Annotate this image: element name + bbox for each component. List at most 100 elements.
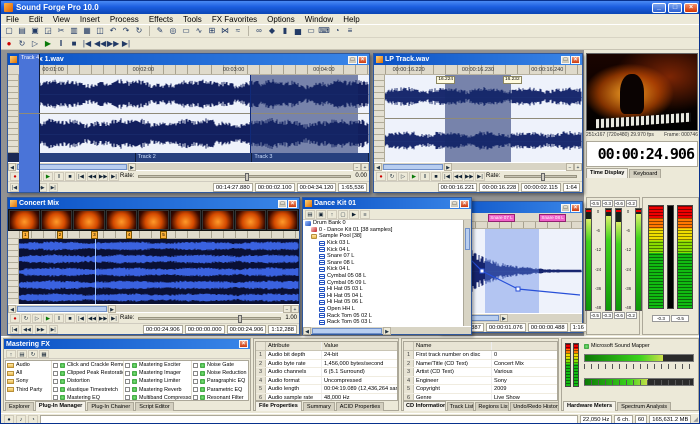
tree-item-bank[interactable]: Drum Bank 0: [303, 220, 471, 227]
column-header[interactable]: Name: [414, 342, 492, 350]
plugin-checkbox[interactable]: [53, 379, 58, 384]
tree-item-sample[interactable]: Open HH L: [303, 306, 471, 313]
scroll-thumb[interactable]: [312, 328, 382, 334]
column-header[interactable]: Attribute: [266, 342, 322, 350]
scroll-right-icon[interactable]: ▶: [500, 314, 508, 322]
tab[interactable]: Summary: [303, 402, 335, 411]
table-row[interactable]: 2 Name/Title (CD Text) Concert Mix: [404, 360, 557, 369]
nav-icon[interactable]: ◀◀: [21, 325, 33, 334]
dancekit-vscrollbar[interactable]: [463, 220, 471, 326]
lptrack-window[interactable]: LP Track.wav □× 00:00:16.22000:00:16.230…: [373, 53, 583, 193]
window-close-icon[interactable]: ×: [571, 204, 580, 212]
midi-icon[interactable]: ♪: [16, 415, 26, 424]
window-close-icon[interactable]: ×: [239, 340, 248, 348]
menu-item[interactable]: FX Favorites: [207, 14, 262, 25]
plugin-checkbox[interactable]: [125, 387, 130, 392]
marker-tag[interactable]: 3: [91, 231, 98, 239]
menu-item[interactable]: Window: [300, 14, 338, 25]
selection-region[interactable]: [250, 75, 358, 153]
menu-item[interactable]: Help: [338, 14, 364, 25]
cdmix-window[interactable]: CD Mix 1.wav □× 00:01:0000:02:0000:03:00…: [7, 53, 370, 193]
rewind-icon[interactable]: ◀◀: [87, 172, 97, 181]
new-folder-icon[interactable]: ▤: [17, 350, 27, 358]
refresh-icon[interactable]: ↻: [28, 350, 38, 358]
table-row[interactable]: 3 Artist (CD Text) Various: [404, 368, 557, 377]
stop-icon[interactable]: ■: [65, 314, 75, 323]
menu-item[interactable]: Options: [262, 14, 300, 25]
tab[interactable]: File Properties: [255, 401, 302, 411]
go-to-start-icon[interactable]: |◀: [76, 314, 86, 323]
zoom-in-icon[interactable]: +: [574, 163, 582, 171]
rewind-icon[interactable]: ◀◀: [94, 38, 106, 50]
record-icon[interactable]: ●: [3, 38, 15, 50]
rate-slider[interactable]: [504, 175, 577, 178]
plugin-folder[interactable]: Sony: [6, 377, 51, 385]
table-row[interactable]: 6 Audio sample rate 48,000 Hz: [256, 394, 397, 402]
plugin-checkbox[interactable]: [53, 387, 58, 392]
render-as-icon[interactable]: ◲: [42, 25, 54, 37]
scroll-thumb[interactable]: [17, 306, 107, 312]
tab[interactable]: Spectrum Analysis: [617, 402, 671, 411]
scroll-right-icon[interactable]: ▶: [128, 163, 136, 171]
pause-icon[interactable]: ‖: [54, 172, 64, 181]
trim-icon[interactable]: ◫: [94, 25, 106, 37]
spectrum-icon[interactable]: ▅: [292, 25, 304, 37]
rate-slider[interactable]: [138, 175, 351, 178]
tree-item-sample[interactable]: Kick 03 L: [303, 240, 471, 247]
tree-item-sample[interactable]: Cymbal 05 09 L: [303, 279, 471, 286]
clock-icon[interactable]: ◔: [28, 415, 38, 424]
track-region[interactable]: Track 3: [252, 153, 369, 162]
tree-item-sample[interactable]: Cymbal 05 08 L: [303, 273, 471, 280]
go-to-end-icon[interactable]: ▶|: [109, 172, 119, 181]
nav-icon[interactable]: |◀: [10, 325, 19, 334]
tree-item-kit[interactable]: 0 - Dance Kit 01 [38 samples]: [303, 227, 471, 234]
plugin-checkbox[interactable]: [125, 379, 130, 384]
plugin-item[interactable]: Noise Reduction: [192, 369, 248, 377]
tab[interactable]: Hardware Meters: [563, 401, 616, 411]
marker-tag[interactable]: 5: [160, 231, 167, 239]
marker-tag[interactable]: 4: [126, 231, 133, 239]
cut-icon[interactable]: ✂: [55, 25, 67, 37]
concert-waveform[interactable]: [8, 239, 299, 304]
dancekit-hscrollbar[interactable]: ◀ ▶: [303, 326, 471, 334]
plugin-checkbox[interactable]: [53, 371, 58, 376]
plugin-checkbox[interactable]: [193, 363, 198, 368]
lptrack-hscrollbar[interactable]: ◀ ▶ − +: [374, 162, 582, 170]
loop-icon[interactable]: ↻: [16, 38, 28, 50]
folder-up-icon[interactable]: ↑: [6, 350, 16, 358]
tab[interactable]: Keyboard: [629, 169, 661, 178]
stop-icon[interactable]: ■: [431, 172, 441, 181]
play-icon[interactable]: ▶: [42, 38, 54, 50]
table-row[interactable]: 5 Copyright 2009: [404, 385, 557, 394]
nav-icon[interactable]: ▶▶: [35, 325, 47, 334]
concert-window[interactable]: Concert Mix □× 12345 ◀ ▶ − + ●↻▷▶‖■|◀◀: [7, 197, 300, 335]
video-icon[interactable]: ▭: [305, 25, 317, 37]
table-row[interactable]: 5 Audio length 00:04:19.089 (12,436,264 …: [256, 385, 397, 394]
play-all-icon[interactable]: ▷: [29, 38, 41, 50]
zoom-in-icon[interactable]: +: [361, 163, 369, 171]
play-all-icon[interactable]: ▷: [32, 314, 42, 323]
menu-item[interactable]: Tools: [178, 14, 207, 25]
record-remote-icon[interactable]: ●: [4, 415, 14, 424]
concert-titlebar[interactable]: Concert Mix □×: [8, 198, 299, 209]
cdmix-ruler[interactable]: 00:01:0000:02:0000:03:0000:04:00: [8, 65, 369, 75]
rewind-icon[interactable]: ◀◀: [453, 172, 463, 181]
window-close-icon[interactable]: ×: [288, 200, 297, 208]
views-icon[interactable]: ▦: [39, 350, 49, 358]
scroll-left-icon[interactable]: ◀: [303, 327, 311, 335]
tree-item-sample[interactable]: Hi Hat 05 03 L: [303, 286, 471, 293]
redo-icon[interactable]: ↷: [120, 25, 132, 37]
open-icon[interactable]: ▤: [305, 210, 315, 219]
tab[interactable]: Track List: [447, 402, 475, 411]
meters-icon[interactable]: ▮: [279, 25, 291, 37]
minimize-button[interactable]: _: [652, 3, 666, 13]
device-row[interactable]: Microsoft Sound Mapper: [584, 343, 696, 349]
plugin-checkbox[interactable]: [193, 371, 198, 376]
plugin-checkbox[interactable]: [193, 387, 198, 392]
marker-tag[interactable]: 1: [22, 231, 29, 239]
tab[interactable]: Time Display: [586, 168, 628, 178]
tree-item-sample[interactable]: Kick 04 L: [303, 266, 471, 273]
menu-item[interactable]: Edit: [24, 14, 48, 25]
region-tag[interactable]: Snare 08 L: [539, 214, 565, 222]
tree-item-sample[interactable]: Hi Hat 05 04 L: [303, 293, 471, 300]
